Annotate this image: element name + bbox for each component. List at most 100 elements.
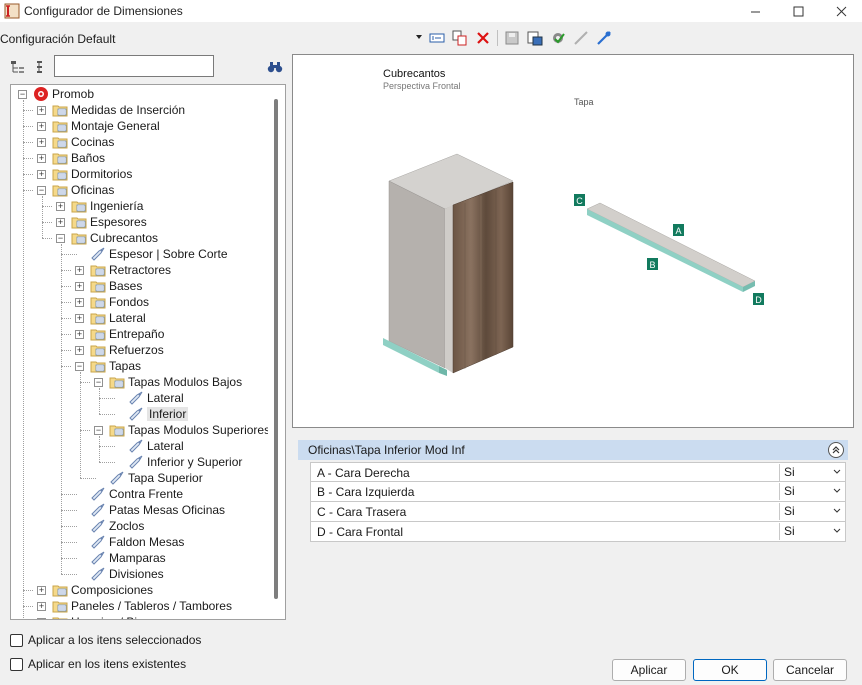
- tree-item[interactable]: Divisiones: [90, 566, 164, 582]
- tree-item[interactable]: Refuerzos: [90, 342, 164, 358]
- collapse-icon[interactable]: −: [18, 90, 27, 99]
- tree-item[interactable]: Retractores: [90, 262, 171, 278]
- properties-header: Oficinas\Tapa Inferior Mod Inf: [298, 440, 848, 460]
- search-button[interactable]: [266, 58, 284, 76]
- tree-item[interactable]: Lateral: [128, 390, 184, 406]
- tree-item[interactable]: Herrajes / Bisagras: [52, 614, 173, 619]
- tree-search-input[interactable]: [54, 55, 214, 77]
- apply-existing-option[interactable]: Aplicar en los itens existentes: [10, 656, 186, 672]
- tag-icon: [129, 391, 143, 405]
- expand-icon[interactable]: +: [37, 106, 46, 115]
- configuration-toolbar: Configuración Default: [0, 28, 862, 50]
- tree-item[interactable]: Cocinas: [52, 134, 114, 150]
- tree-item[interactable]: Promob: [33, 86, 94, 102]
- expand-icon[interactable]: +: [37, 586, 46, 595]
- connect-button[interactable]: [595, 29, 613, 47]
- tree-item[interactable]: Patas Mesas Oficinas: [90, 502, 225, 518]
- expand-icon[interactable]: +: [75, 298, 84, 307]
- tree-item[interactable]: Tapa Superior: [109, 470, 203, 486]
- tree-item[interactable]: Ingeniería: [71, 198, 143, 214]
- folder-icon: [52, 617, 68, 619]
- tree-item[interactable]: Lateral: [90, 310, 146, 326]
- apply-existing-checkbox[interactable]: [10, 657, 23, 671]
- property-value-select[interactable]: Si: [779, 523, 845, 540]
- tree-item[interactable]: Zoclos: [90, 518, 144, 534]
- tree-item[interactable]: Espesor | Sobre Corte: [90, 246, 228, 262]
- folder-icon: [90, 313, 106, 325]
- settings-button[interactable]: [549, 29, 567, 47]
- tree-connector: [23, 174, 33, 175]
- collapse-all-button[interactable]: [9, 58, 27, 76]
- cancel-button[interactable]: Cancelar: [773, 659, 847, 681]
- expand-icon[interactable]: +: [37, 170, 46, 179]
- expand-icon[interactable]: +: [56, 202, 65, 211]
- expand-all-button[interactable]: [32, 58, 50, 76]
- apply-selected-option[interactable]: Aplicar a los itens seleccionados: [10, 632, 201, 648]
- minimize-button[interactable]: [735, 0, 775, 22]
- collapse-icon[interactable]: −: [75, 362, 84, 371]
- expand-icon[interactable]: +: [75, 330, 84, 339]
- tree-scrollbar[interactable]: [268, 85, 285, 619]
- apply-button[interactable]: Aplicar: [612, 659, 686, 681]
- collapse-icon[interactable]: −: [94, 378, 103, 387]
- close-button[interactable]: [821, 0, 861, 22]
- property-value-select[interactable]: Si: [779, 503, 845, 520]
- tree-item[interactable]: Inferior: [128, 406, 189, 422]
- collapse-properties-button[interactable]: [828, 442, 844, 458]
- tree-item[interactable]: Baños: [52, 150, 105, 166]
- expand-icon[interactable]: +: [75, 314, 84, 323]
- expand-icon[interactable]: +: [37, 602, 46, 611]
- property-row-cara-trasera: C - Cara Trasera Si: [310, 502, 846, 522]
- delete-config-button[interactable]: [474, 29, 492, 47]
- tree-item[interactable]: Composiciones: [52, 582, 153, 598]
- tapa-panel-illustration: [586, 202, 756, 292]
- ok-button[interactable]: OK: [693, 659, 767, 681]
- tree-item[interactable]: Contra Frente: [90, 486, 183, 502]
- copy-config-button[interactable]: [451, 29, 469, 47]
- tree-item[interactable]: Espesores: [71, 214, 147, 230]
- expand-icon[interactable]: +: [75, 266, 84, 275]
- tree-item[interactable]: Tapas Modulos Superiores: [109, 422, 270, 438]
- property-value-select[interactable]: Si: [779, 483, 845, 500]
- tree-item-label: Lateral: [147, 391, 184, 405]
- chevron-down-icon: [416, 35, 422, 39]
- tree-item[interactable]: Lateral: [128, 438, 184, 454]
- save-button[interactable]: [503, 29, 521, 47]
- export-button[interactable]: [526, 29, 544, 47]
- tree-item[interactable]: Bases: [90, 278, 142, 294]
- tree-item[interactable]: Paneles / Tableros / Tambores: [52, 598, 232, 614]
- tree-item[interactable]: Tapas Modulos Bajos: [109, 374, 242, 390]
- rename-config-button[interactable]: [428, 29, 446, 47]
- tree-scrollbar-thumb[interactable]: [274, 99, 278, 599]
- apply-selected-checkbox[interactable]: [10, 633, 23, 647]
- expand-icon[interactable]: +: [37, 138, 46, 147]
- configuration-select[interactable]: Configuración Default: [0, 29, 424, 49]
- folder-icon: [52, 185, 68, 197]
- expand-icon[interactable]: +: [56, 218, 65, 227]
- tree-item[interactable]: Cubrecantos: [71, 230, 158, 246]
- disconnect-button[interactable]: [572, 29, 590, 47]
- collapse-icon[interactable]: −: [94, 426, 103, 435]
- tree-item[interactable]: Fondos: [90, 294, 149, 310]
- expand-icon[interactable]: +: [37, 122, 46, 131]
- expand-icon[interactable]: +: [75, 282, 84, 291]
- expand-icon[interactable]: +: [75, 346, 84, 355]
- tree-item[interactable]: Medidas de Inserción: [52, 102, 185, 118]
- tree-item[interactable]: Inferior y Superior: [128, 454, 242, 470]
- collapse-icon[interactable]: −: [56, 234, 65, 243]
- property-value-select[interactable]: Si: [779, 464, 845, 481]
- expand-icon[interactable]: +: [37, 154, 46, 163]
- tree-item[interactable]: Oficinas: [52, 182, 114, 198]
- tree-item[interactable]: Tapas: [90, 358, 141, 374]
- tree-item-label: Composiciones: [71, 583, 154, 597]
- maximize-button[interactable]: [778, 0, 818, 22]
- tree-item[interactable]: Entrepaño: [90, 326, 164, 342]
- expand-icon[interactable]: +: [37, 618, 46, 619]
- tree-item[interactable]: Mamparas: [90, 550, 166, 566]
- configuration-tree[interactable]: − Promob + Medidas de Inserción + Montaje Gen…: [10, 84, 286, 620]
- tree-item[interactable]: Faldon Mesas: [90, 534, 184, 550]
- tree-item[interactable]: Dormitorios: [52, 166, 132, 182]
- tree-item[interactable]: Montaje General: [52, 118, 160, 134]
- collapse-icon[interactable]: −: [37, 186, 46, 195]
- toolbar-separator: [497, 30, 498, 46]
